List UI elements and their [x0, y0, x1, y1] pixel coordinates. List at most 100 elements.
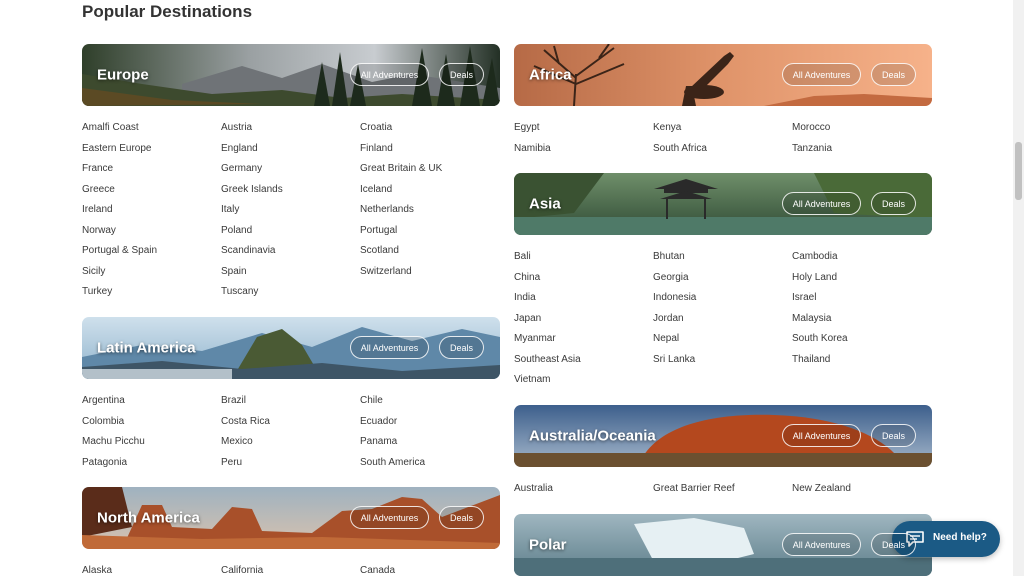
destination-link[interactable]: South Korea [792, 333, 848, 344]
page-title: Popular Destinations [82, 2, 253, 21]
latin-america-deals-button[interactable]: Deals [439, 336, 484, 359]
destination-link[interactable]: Greek Islands [221, 184, 283, 195]
destination-link[interactable]: Peru [221, 457, 242, 468]
destination-link[interactable]: Kenya [653, 122, 681, 133]
destination-link[interactable]: New Zealand [792, 483, 851, 494]
australia-banner[interactable]: Australia/Oceania All Adventures Deals [514, 405, 932, 467]
destination-link[interactable]: Bali [514, 251, 531, 262]
destination-link[interactable]: Israel [792, 292, 816, 303]
europe-banner[interactable]: Europe All Adventures Deals [82, 44, 500, 106]
destination-link[interactable]: Switzerland [360, 266, 412, 277]
destination-link[interactable]: Alaska [82, 565, 112, 576]
scrollbar-thumb[interactable] [1015, 142, 1022, 200]
destination-link[interactable]: Greece [82, 184, 115, 195]
destination-link[interactable]: Sri Lanka [653, 354, 695, 365]
destination-link[interactable]: Chile [360, 395, 383, 406]
destination-link[interactable]: Ecuador [360, 416, 397, 427]
destination-link[interactable]: Holy Land [792, 272, 837, 283]
australia-deals-button[interactable]: Deals [871, 424, 916, 447]
page-scrollbar[interactable] [1013, 0, 1024, 576]
destination-link[interactable]: Tuscany [221, 286, 258, 297]
north-america-banner[interactable]: North America All Adventures Deals [82, 487, 500, 549]
north-america-all-adventures-button[interactable]: All Adventures [350, 506, 429, 529]
destination-link[interactable]: Nepal [653, 333, 679, 344]
destination-link[interactable]: Namibia [514, 143, 551, 154]
destination-link[interactable]: Morocco [792, 122, 830, 133]
destination-link[interactable]: Brazil [221, 395, 246, 406]
destination-link[interactable]: Croatia [360, 122, 392, 133]
destination-link[interactable]: California [221, 565, 263, 576]
destination-link[interactable]: Cambodia [792, 251, 838, 262]
latin-america-banner[interactable]: Latin America All Adventures Deals [82, 317, 500, 379]
destination-link[interactable]: Norway [82, 225, 116, 236]
destination-link[interactable]: Finland [360, 143, 393, 154]
destination-link[interactable]: Poland [221, 225, 252, 236]
destination-link[interactable]: Great Barrier Reef [653, 483, 735, 494]
destination-link[interactable]: Jordan [653, 313, 684, 324]
africa-banner[interactable]: Africa All Adventures Deals [514, 44, 932, 106]
destination-link[interactable]: Iceland [360, 184, 392, 195]
destination-link[interactable]: Myanmar [514, 333, 556, 344]
destination-link[interactable]: Eastern Europe [82, 143, 152, 154]
section-asia: Asia All Adventures Deals Bali Bhutan Camb… [514, 173, 932, 385]
destination-link[interactable]: Portugal [360, 225, 397, 236]
destination-link[interactable]: Scandinavia [221, 245, 275, 256]
destination-link[interactable]: Scotland [360, 245, 399, 256]
destination-link[interactable]: South Africa [653, 143, 707, 154]
destination-link[interactable]: South America [360, 457, 425, 468]
section-latin-america: Latin America All Adventures Deals Argen… [82, 317, 500, 468]
destination-link[interactable]: Colombia [82, 416, 124, 427]
destination-link[interactable]: Ireland [82, 204, 113, 215]
asia-deals-button[interactable]: Deals [871, 192, 916, 215]
africa-title: Africa [529, 66, 572, 84]
section-polar: Polar All Adventures Deals [514, 514, 932, 576]
asia-banner[interactable]: Asia All Adventures Deals [514, 173, 932, 235]
destination-link[interactable]: Spain [221, 266, 247, 277]
destination-link[interactable]: Canada [360, 565, 395, 576]
destination-link[interactable]: Thailand [792, 354, 830, 365]
destination-link[interactable]: Australia [514, 483, 553, 494]
polar-banner[interactable]: Polar All Adventures Deals [514, 514, 932, 576]
destination-link[interactable]: Japan [514, 313, 541, 324]
destination-link[interactable]: Argentina [82, 395, 125, 406]
destination-link[interactable]: Patagonia [82, 457, 127, 468]
destination-link[interactable]: Mexico [221, 436, 253, 447]
africa-all-adventures-button[interactable]: All Adventures [782, 63, 861, 86]
africa-deals-button[interactable]: Deals [871, 63, 916, 86]
latin-america-all-adventures-button[interactable]: All Adventures [350, 336, 429, 359]
australia-all-adventures-button[interactable]: All Adventures [782, 424, 861, 447]
destination-link[interactable]: Indonesia [653, 292, 696, 303]
north-america-deals-button[interactable]: Deals [439, 506, 484, 529]
destination-link[interactable]: Portugal & Spain [82, 245, 157, 256]
destination-link[interactable]: Bhutan [653, 251, 685, 262]
destination-link[interactable]: Georgia [653, 272, 689, 283]
africa-banner-image [514, 44, 932, 106]
destination-link[interactable]: Germany [221, 163, 262, 174]
destination-link[interactable]: China [514, 272, 540, 283]
destination-link[interactable]: Sicily [82, 266, 105, 277]
asia-title: Asia [529, 195, 561, 213]
polar-all-adventures-button[interactable]: All Adventures [782, 533, 861, 556]
europe-all-adventures-button[interactable]: All Adventures [350, 63, 429, 86]
destination-link[interactable]: Vietnam [514, 374, 551, 385]
destination-link[interactable]: Panama [360, 436, 397, 447]
destination-link[interactable]: Costa Rica [221, 416, 270, 427]
section-africa: Africa All Adventures Deals Egypt Kenya Mo… [514, 44, 932, 154]
polar-deals-button[interactable]: Deals [871, 533, 916, 556]
destination-link[interactable]: England [221, 143, 258, 154]
destination-link[interactable]: Malaysia [792, 313, 831, 324]
destination-link[interactable]: Turkey [82, 286, 112, 297]
destination-link[interactable]: Tanzania [792, 143, 832, 154]
destination-link[interactable]: Egypt [514, 122, 540, 133]
destination-link[interactable]: India [514, 292, 536, 303]
destination-link[interactable]: Netherlands [360, 204, 414, 215]
europe-deals-button[interactable]: Deals [439, 63, 484, 86]
destination-link[interactable]: Austria [221, 122, 252, 133]
destination-link[interactable]: Italy [221, 204, 239, 215]
destination-link[interactable]: France [82, 163, 113, 174]
destination-link[interactable]: Machu Picchu [82, 436, 145, 447]
asia-all-adventures-button[interactable]: All Adventures [782, 192, 861, 215]
destination-link[interactable]: Southeast Asia [514, 354, 581, 365]
destination-link[interactable]: Amalfi Coast [82, 122, 139, 133]
destination-link[interactable]: Great Britain & UK [360, 163, 442, 174]
